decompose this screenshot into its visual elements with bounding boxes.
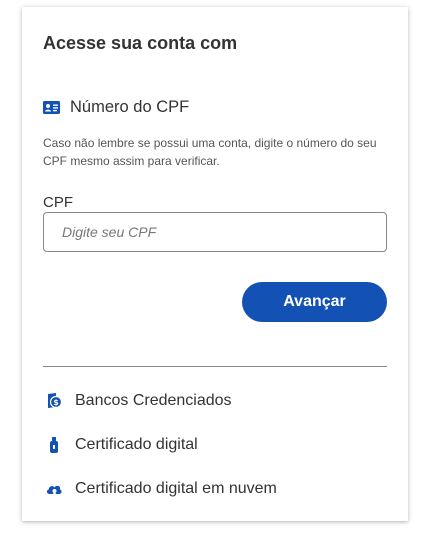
option-label: Certificado digital bbox=[75, 436, 198, 453]
cpf-hint-text: Caso não lembre se possui uma conta, dig… bbox=[43, 136, 377, 168]
cpf-method-header: Número do CPF bbox=[43, 98, 189, 117]
usb-token-icon bbox=[45, 436, 63, 454]
bank-icon: $ bbox=[45, 392, 63, 410]
section-divider bbox=[43, 366, 387, 367]
login-card: Acesse sua conta com Número do CPF Caso … bbox=[22, 7, 408, 521]
option-label: Certificado digital em nuvem bbox=[75, 480, 277, 497]
id-card-icon bbox=[43, 101, 60, 114]
option-label: Bancos Credenciados bbox=[75, 392, 232, 409]
card-title: Acesse sua conta com bbox=[43, 33, 238, 53]
cpf-input[interactable] bbox=[43, 212, 387, 252]
option-credentialed-banks[interactable]: $ Bancos Credenciados bbox=[45, 392, 232, 410]
cloud-certificate-icon bbox=[45, 480, 63, 498]
cpf-method-label: Número do CPF bbox=[70, 98, 190, 116]
cpf-field-label: CPF bbox=[43, 194, 73, 211]
option-cloud-certificate[interactable]: Certificado digital em nuvem bbox=[45, 480, 277, 498]
option-digital-certificate[interactable]: Certificado digital bbox=[45, 436, 198, 454]
next-button[interactable]: Avançar bbox=[242, 282, 387, 322]
svg-text:$: $ bbox=[53, 398, 59, 407]
